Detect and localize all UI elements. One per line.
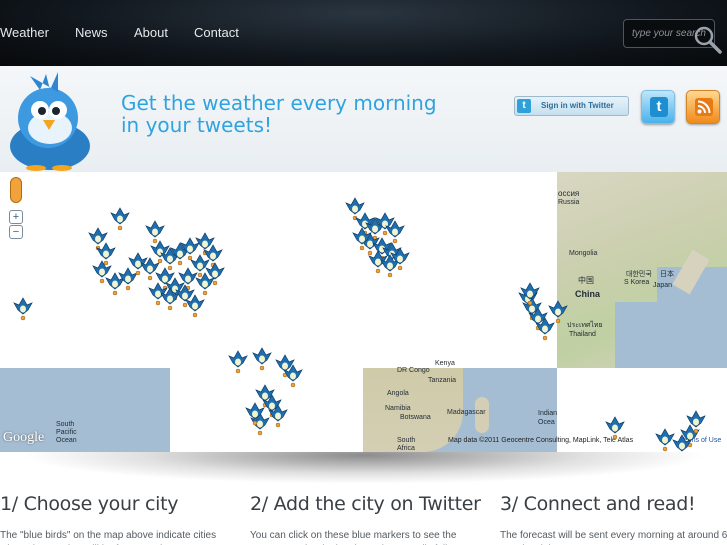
search-icon[interactable] <box>690 22 724 56</box>
bird-marker-icon[interactable] <box>205 262 225 286</box>
tagline-line-1: Get the weather every morning <box>121 91 437 115</box>
nav-link-weather[interactable]: Weather <box>0 25 49 40</box>
nav-link-contact[interactable]: Contact <box>194 25 239 40</box>
bird-mascot-logo <box>10 72 90 171</box>
map-label-namibia: Namibia <box>385 405 411 412</box>
top-nav-bar: Weather News About Contact <box>0 0 727 66</box>
map-label-south-pacific-ocean: South Pacific Ocean <box>56 421 77 444</box>
bird-marker-icon[interactable] <box>605 416 625 440</box>
bird-marker-icon[interactable] <box>686 410 706 434</box>
map-label-russia-ru: оссия <box>558 189 580 198</box>
bird-marker-icon[interactable] <box>548 300 568 324</box>
world-map[interactable]: оссия Russia Mongolia 대한민국 日本 S Korea Ja… <box>0 172 727 452</box>
rss-button[interactable] <box>686 90 720 124</box>
nav-link-news[interactable]: News <box>75 25 108 40</box>
tagline-line-2: in your tweets! <box>121 113 273 137</box>
rss-icon <box>695 98 713 116</box>
map-label-mongolia: Mongolia <box>569 250 598 257</box>
bird-marker-icon[interactable] <box>268 404 288 428</box>
map-label-japan-ja: 日本 <box>660 271 674 278</box>
twitter-button[interactable]: t <box>641 90 675 124</box>
map-label-korea-ko: 대한민국 <box>626 271 652 278</box>
map-label-thai: ประเทศไทย <box>567 322 603 329</box>
map-label-madagascar: Madagascar <box>447 409 486 416</box>
bird-marker-icon[interactable] <box>228 350 248 374</box>
step-2-title: 2/ Add the city on Twitter <box>250 493 481 515</box>
bird-marker-icon[interactable] <box>13 297 33 321</box>
map-label-kenya: Kenya <box>435 360 455 367</box>
bird-marker-icon[interactable] <box>520 282 540 306</box>
tagline: Get the weather every morning in your tw… <box>121 92 481 136</box>
bird-marker-icon[interactable] <box>252 347 272 371</box>
step-1-title: 1/ Choose your city <box>0 493 179 515</box>
sign-in-label: Sign in with Twitter <box>541 101 614 110</box>
map-label-tanzania: Tanzania <box>428 377 457 384</box>
map-label-thailand: Thailand <box>569 331 596 338</box>
map-label-china: China <box>575 289 601 299</box>
step-3-title: 3/ Connect and read! <box>500 493 696 515</box>
map-label-angola: Angola <box>387 390 409 397</box>
nav-link-about[interactable]: About <box>134 25 168 40</box>
zoom-out-button[interactable]: − <box>9 225 23 239</box>
map-tile-south-china-sea <box>615 302 660 368</box>
map-label-china-zh: 中国 <box>578 276 594 285</box>
twitter-icon: t <box>650 97 668 117</box>
header-band: Get the weather every morning in your tw… <box>0 66 727 172</box>
street-view-pegman[interactable] <box>10 177 22 203</box>
bird-marker-icon[interactable] <box>110 207 130 231</box>
step-3-text: The forecast will be sent every morning … <box>500 530 727 545</box>
google-logo: Google <box>3 430 45 445</box>
map-label-botswana: Botswana <box>400 414 431 421</box>
bird-marker-icon[interactable] <box>390 247 410 271</box>
bird-marker-icon[interactable] <box>283 364 303 388</box>
map-shadow <box>20 452 707 484</box>
zoom-in-button[interactable]: + <box>9 210 23 224</box>
step-1-text: The "blue birds" on the map above indica… <box>0 530 217 545</box>
step-connect-read: 3/ Connect and read! The forecast will b… <box>500 493 727 545</box>
bird-marker-icon[interactable] <box>672 434 692 452</box>
map-label-s-korea: S Korea <box>624 279 650 286</box>
sign-in-with-twitter-button[interactable]: t Sign in with Twitter <box>514 96 629 116</box>
bird-marker-icon[interactable] <box>352 227 372 251</box>
step-add-city: 2/ Add the city on Twitter You can click… <box>250 493 486 545</box>
step-choose-city: 1/ Choose your city The "blue birds" on … <box>0 493 236 545</box>
bird-marker-icon[interactable] <box>185 294 205 318</box>
map-label-russia: Russia <box>558 199 580 206</box>
map-label-japan: Japan <box>653 282 673 289</box>
map-label-indian-ocean: Indian Ocea <box>538 410 558 426</box>
twitter-small-icon: t <box>517 99 531 113</box>
step-2-text: You can click on these blue markers to s… <box>250 530 460 545</box>
map-label-dr-congo: DR Congo <box>397 367 430 374</box>
bird-marker-icon[interactable] <box>245 402 265 426</box>
map-label-south-africa: South Africa <box>397 437 416 452</box>
